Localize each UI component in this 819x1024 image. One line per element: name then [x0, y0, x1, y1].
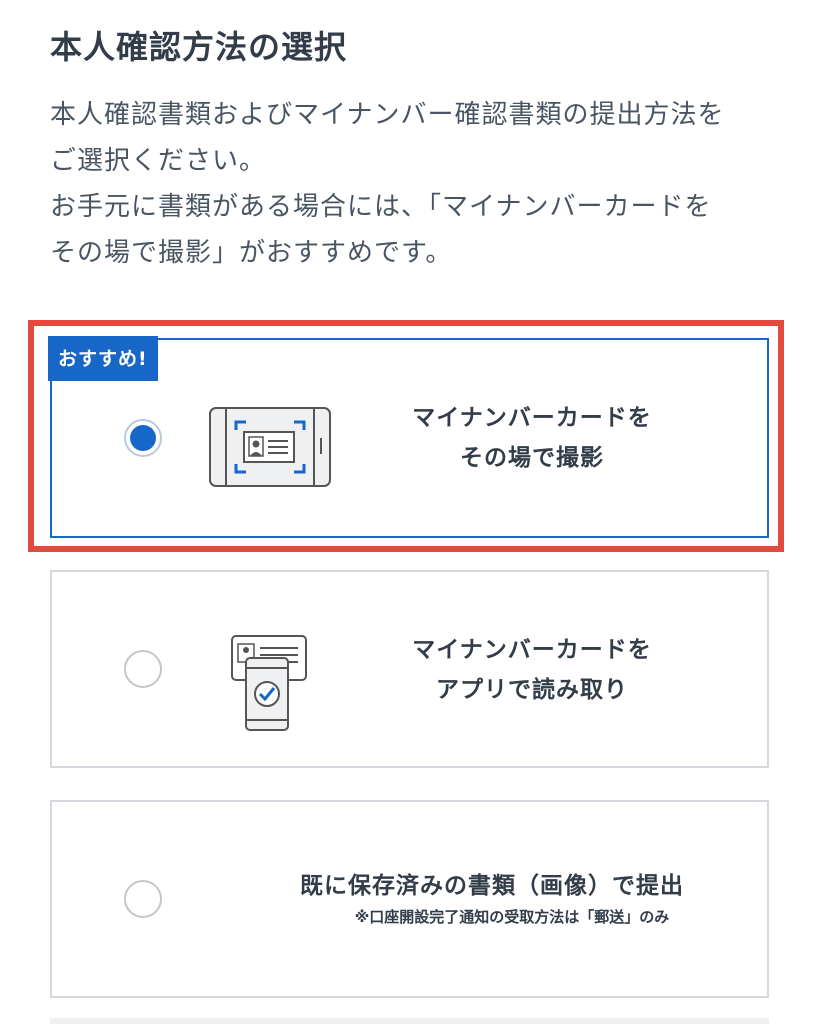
radio-button[interactable]	[124, 880, 162, 918]
radio-button[interactable]	[124, 650, 162, 688]
recommended-badge: おすすめ!	[48, 336, 158, 381]
phone-card-check-icon	[228, 632, 310, 738]
option-label-line: マイナンバーカードを	[412, 405, 652, 431]
option-label: 既に保存済みの書類（画像）で提出 ※口座開設完了通知の受取方法は「郵送」のみ	[232, 866, 752, 928]
description-line: その場で撮影」がおすすめです。	[50, 238, 453, 268]
option-camera-capture[interactable]: おすすめ! マイナンバーカードを その場で撮影	[48, 336, 769, 538]
radio-button-selected[interactable]	[124, 419, 162, 457]
option-label: マイナンバーカードを アプリで読み取り	[372, 630, 692, 710]
option-app-read[interactable]: マイナンバーカードを アプリで読み取り	[50, 570, 769, 768]
option-saved-documents[interactable]: 既に保存済みの書類（画像）で提出 ※口座開設完了通知の受取方法は「郵送」のみ	[50, 800, 769, 998]
option-note: ※口座開設完了通知の受取方法は「郵送」のみ	[354, 908, 670, 926]
page-title: 本人確認方法の選択	[50, 28, 348, 66]
option-label-line: アプリで読み取り	[436, 677, 628, 703]
option-label-line: 既に保存済みの書類（画像）で提出	[300, 873, 684, 899]
card-scan-icon	[208, 406, 332, 492]
page-description: 本人確認書類およびマイナンバー確認書類の提出方法を ご選択ください。 お手元に書…	[50, 92, 780, 276]
description-line: ご選択ください。	[50, 146, 267, 176]
option-label: マイナンバーカードを その場で撮影	[372, 398, 692, 478]
next-section-edge	[50, 1018, 769, 1024]
description-line: 本人確認書類およびマイナンバー確認書類の提出方法を	[50, 100, 725, 130]
description-line: お手元に書類がある場合には、「マイナンバーカードを	[50, 192, 712, 222]
option-label-line: その場で撮影	[460, 445, 604, 471]
option-label-line: マイナンバーカードを	[412, 637, 652, 663]
